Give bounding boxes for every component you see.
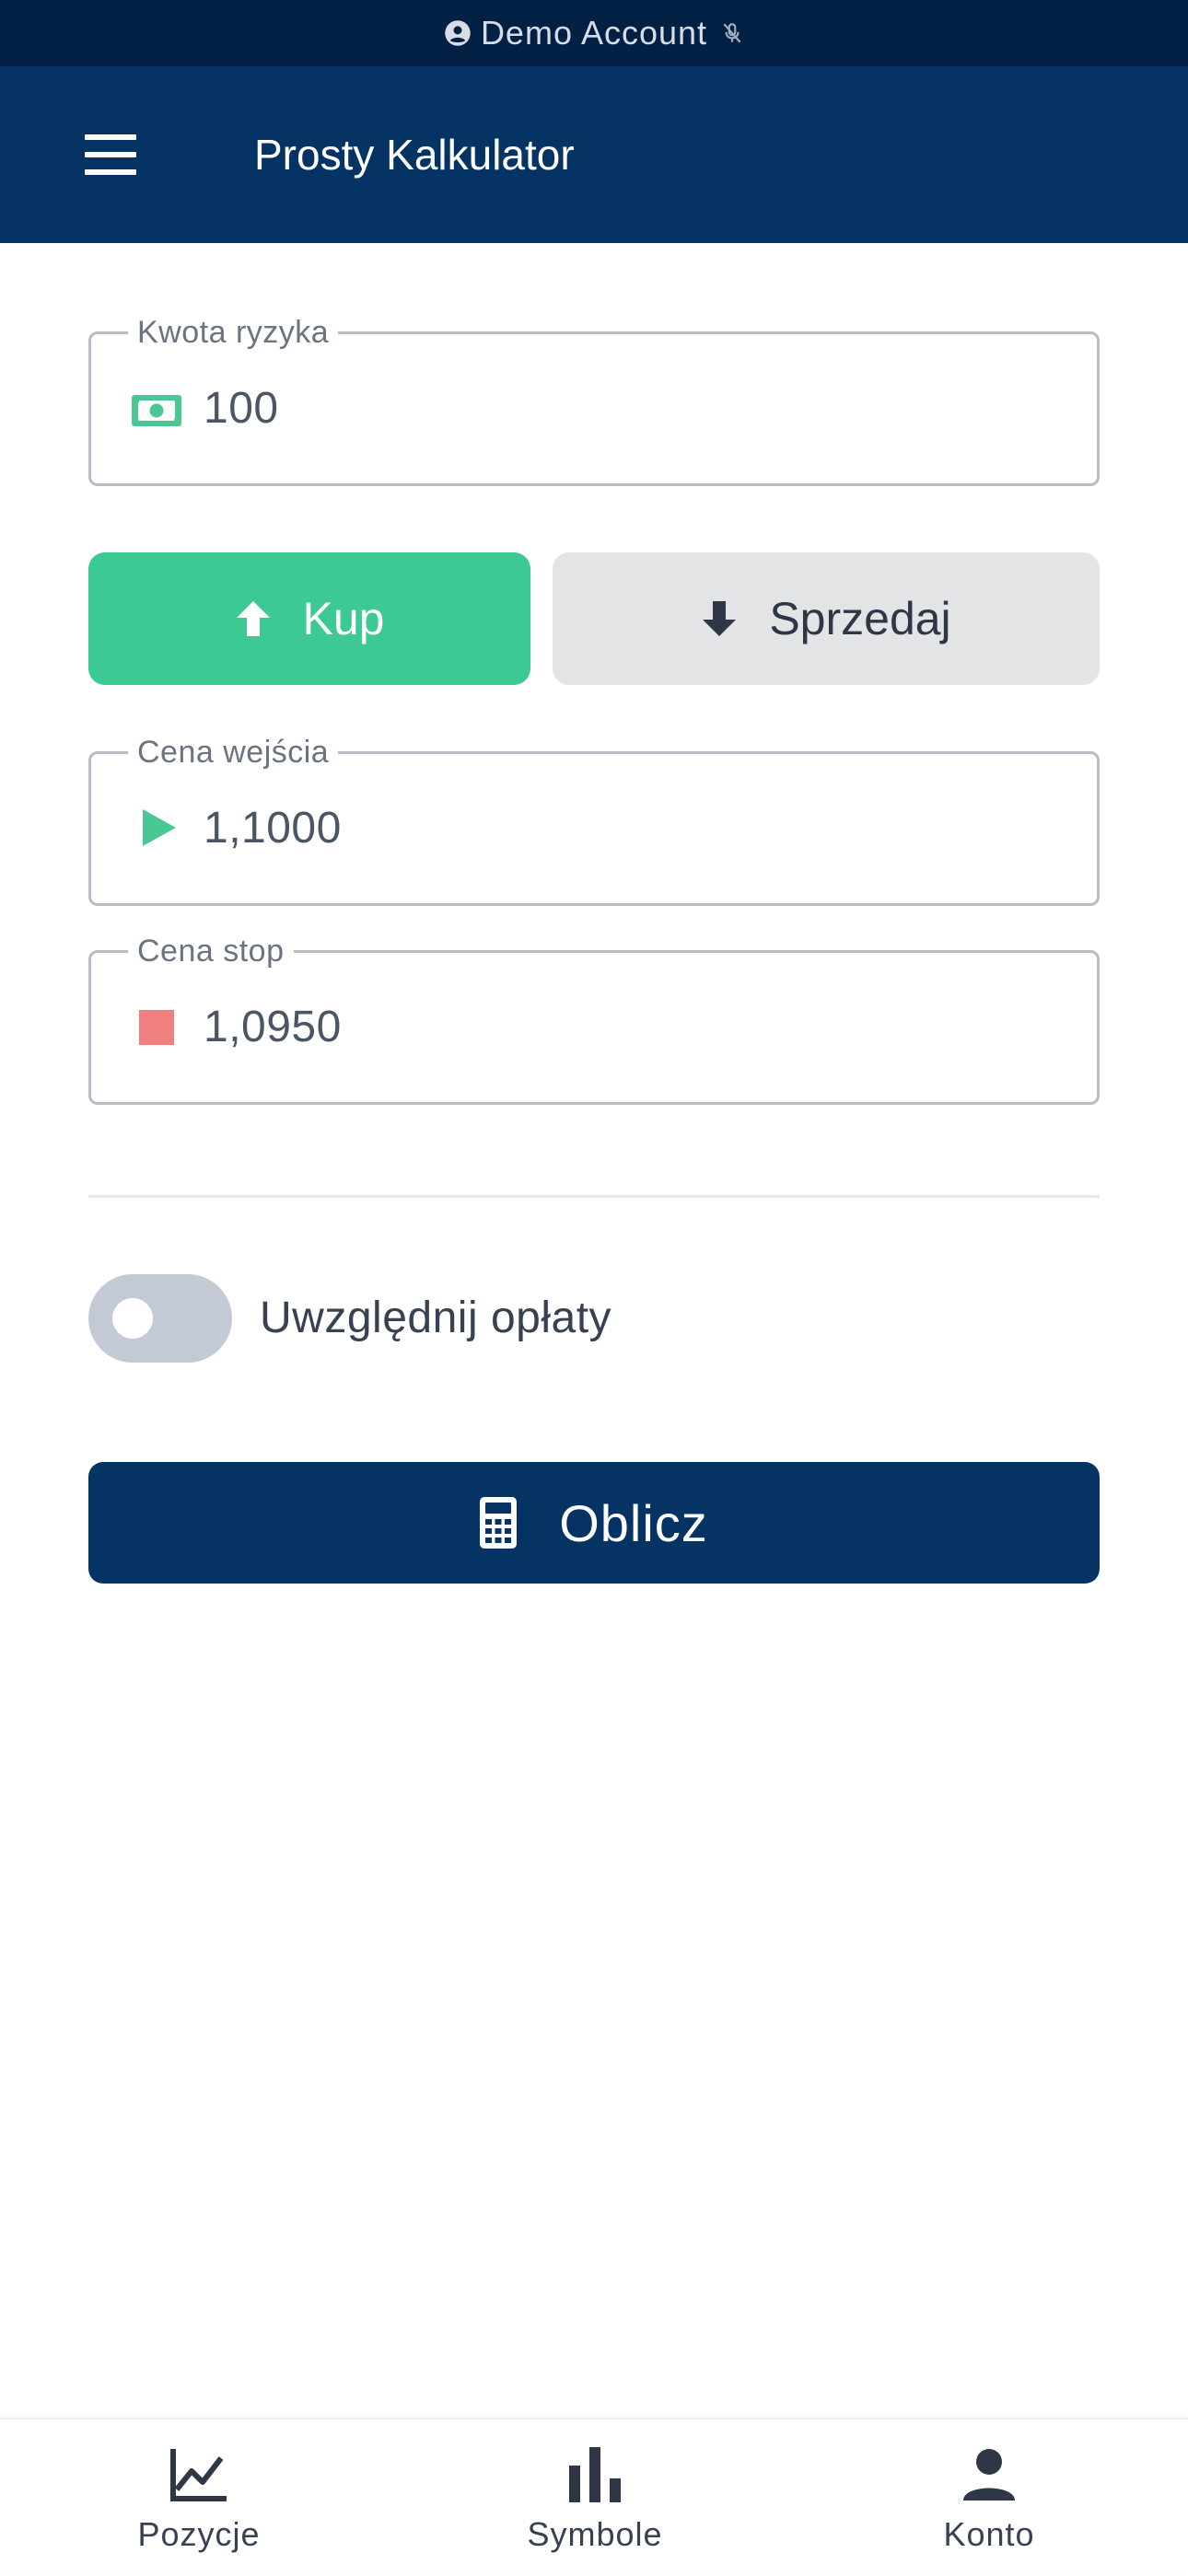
include-fees-toggle[interactable]: [88, 1274, 232, 1363]
risk-amount-input[interactable]: [204, 334, 775, 483]
account-label: Demo Account: [480, 14, 708, 52]
status-bar: Demo Account: [0, 0, 1188, 66]
account-circle-icon: [445, 20, 471, 46]
bar-chart-icon: [569, 2447, 621, 2502]
sell-label: Sprzedaj: [769, 593, 951, 644]
stop-square-icon: [139, 1010, 174, 1045]
cash-icon: [132, 395, 181, 426]
calculate-label: Oblicz: [559, 1493, 708, 1552]
play-triangle-icon: [143, 809, 176, 846]
hamburger-menu-icon[interactable]: [85, 134, 136, 175]
buy-label: Kup: [302, 593, 385, 644]
nav-label-account: Konto: [943, 2515, 1035, 2553]
stop-price-field[interactable]: Cena stop: [88, 931, 1100, 1105]
calculator-icon: [480, 1497, 518, 1549]
nav-item-account[interactable]: Konto: [851, 2419, 1127, 2576]
entry-price-input[interactable]: [204, 754, 775, 903]
person-icon: [963, 2449, 1015, 2501]
calculate-button[interactable]: Oblicz: [88, 1462, 1100, 1584]
mic-off-icon: [723, 23, 741, 43]
nav-label-symbols: Symbole: [527, 2515, 663, 2553]
line-chart-icon: [170, 2449, 227, 2501]
toggle-knob: [112, 1298, 153, 1339]
include-fees-label: Uwzględnij opłaty: [260, 1294, 612, 1342]
bottom-nav: Pozycje Symbole Konto: [0, 2418, 1188, 2574]
risk-amount-field[interactable]: Kwota ryzyka: [88, 312, 1100, 486]
arrow-down-icon: [703, 601, 737, 636]
stop-price-input[interactable]: [204, 953, 775, 1102]
app-bar: Prosty Kalkulator: [0, 66, 1188, 243]
page-title: Prosty Kalkulator: [254, 131, 575, 179]
entry-price-field[interactable]: Cena wejścia: [88, 732, 1100, 906]
nav-item-symbols[interactable]: Symbole: [457, 2419, 733, 2576]
arrow-up-icon: [236, 601, 270, 636]
sell-button[interactable]: Sprzedaj: [553, 552, 1100, 685]
nav-label-positions: Pozycje: [137, 2515, 261, 2553]
nav-item-positions[interactable]: Pozycje: [61, 2419, 337, 2576]
buy-button[interactable]: Kup: [88, 552, 530, 685]
divider: [88, 1195, 1100, 1198]
